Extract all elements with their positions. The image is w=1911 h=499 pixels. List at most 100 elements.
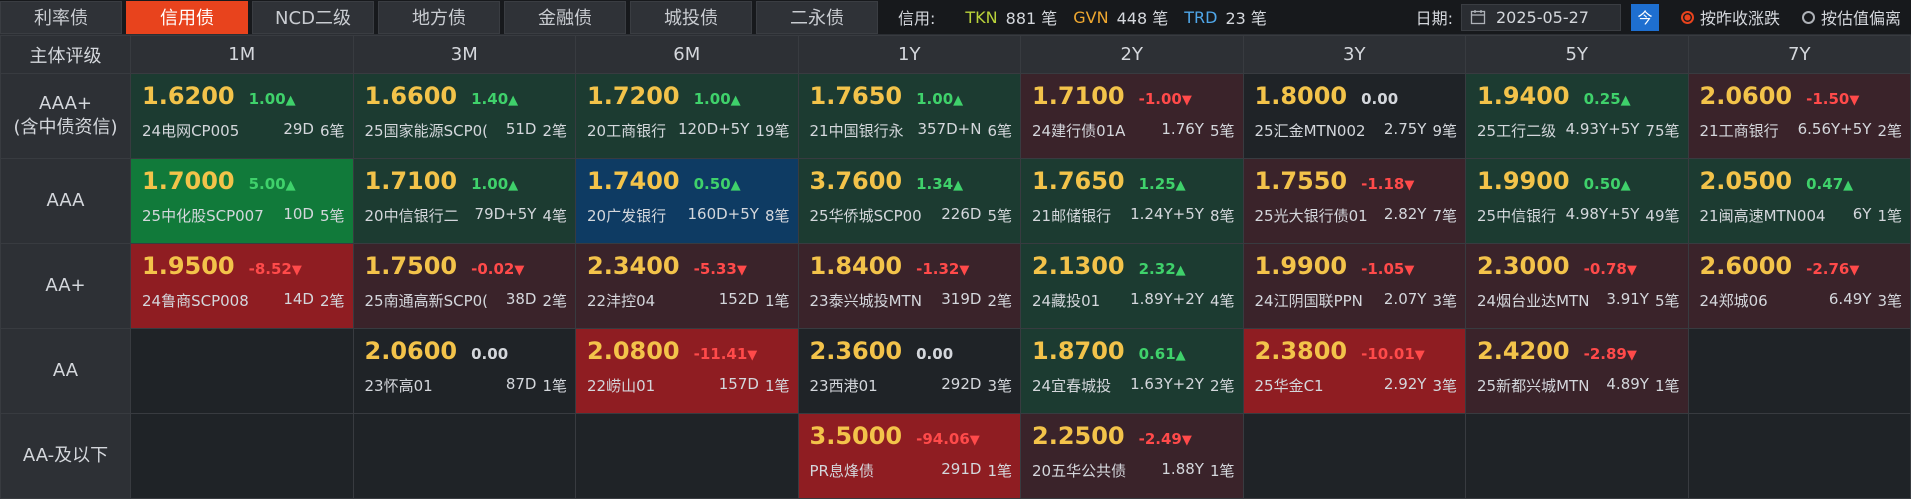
change-text: 1.00: [248, 90, 286, 108]
quote-cell[interactable]: 1.7200 1.00▲ 20工商银行 120D+5Y 19笔: [575, 73, 799, 159]
quote-cell[interactable]: 1.7000 5.00▲ 25中化股SCP007 10D 5笔: [130, 158, 354, 244]
bond-tenor: 10D: [283, 205, 314, 223]
column-header[interactable]: 2Y: [1020, 35, 1244, 74]
stat-gvn-name: GVN: [1073, 7, 1109, 27]
bond-name: 21中国银行永: [809, 122, 904, 140]
change-text: -2.76: [1806, 260, 1850, 278]
quote-cell[interactable]: 1.9500 -8.52▼ 24鲁商SCP008 14D 2笔: [130, 243, 354, 329]
quote-cell[interactable]: 3.7600 1.34▲ 25华侨城SCP00 226D 5笔: [797, 158, 1021, 244]
date-picker[interactable]: 2025-05-27: [1460, 3, 1621, 31]
column-header[interactable]: 7Y: [1687, 35, 1911, 74]
tab-5[interactable]: 城投债: [630, 0, 752, 34]
trade-count: 2笔: [1877, 122, 1902, 140]
rating-label: AAA: [0, 158, 131, 244]
quote-cell[interactable]: 1.7550 -1.18▼ 25光大银行债01 2.82Y 7笔: [1242, 158, 1466, 244]
rating-row: AAA 1.7000 5.00▲ 25中化股SCP007 10D 5笔 1.7100 1.00…: [0, 158, 1911, 244]
quote-cell[interactable]: 2.3600 0.00 23西港01 292D 3笔: [797, 328, 1021, 414]
tab-3[interactable]: 地方债: [378, 0, 500, 34]
quote-cell[interactable]: 1.6200 1.00▲ 24电网CP005 29D 6笔: [130, 73, 354, 159]
quote-cell[interactable]: 3.5000 -94.06▼ PR息烽债 291D 1笔: [797, 413, 1021, 499]
quote-cell[interactable]: 2.3000 -0.78▼ 24烟台业达MTN 3.91Y 5笔: [1465, 243, 1689, 329]
quote-cell[interactable]: 2.3800 -10.01▼ 25华金C1 2.92Y 3笔: [1242, 328, 1466, 414]
arrow-up-icon: ▲: [953, 93, 964, 108]
change-value: 0.47▲: [1806, 175, 1853, 193]
quote-cell[interactable]: 2.0800 -11.41▼ 22崂山01 157D 1笔: [575, 328, 799, 414]
bond-name: 24郑城06: [1699, 292, 1768, 310]
trade-count: 1笔: [987, 462, 1012, 480]
change-value: 1.40▲: [471, 90, 518, 108]
date-controls: 日期: 2025-05-27 今 按昨收涨跌 按估值偏离: [1416, 3, 1911, 31]
yield-value: 2.0600: [1699, 82, 1793, 110]
radio-change-vs-close[interactable]: 按昨收涨跌: [1680, 5, 1780, 29]
change-text: 1.00: [693, 90, 731, 108]
quote-cell[interactable]: 1.9400 0.25▲ 25工行二级 4.93Y+5Y 75笔: [1465, 73, 1689, 159]
yield-value: 1.7200: [587, 82, 680, 110]
tab-1[interactable]: 信用债: [126, 0, 248, 34]
quote-cell[interactable]: 2.1300 2.32▲ 24藏投01 1.89Y+2Y 4笔: [1020, 243, 1244, 329]
quote-cell[interactable]: 2.4200 -2.89▼ 25新都兴城MTN 4.89Y 1笔: [1465, 328, 1689, 414]
stat-gvn-value: 448 笔: [1116, 9, 1169, 28]
change-value: 0.61▲: [1139, 345, 1186, 363]
column-header[interactable]: 1M: [130, 35, 354, 74]
bond-name: 24宜春城投: [1032, 377, 1112, 395]
tab-0[interactable]: 利率债: [0, 0, 122, 34]
today-button[interactable]: 今: [1630, 3, 1659, 31]
trade-count: 7笔: [1432, 207, 1457, 225]
bond-name: 25新都兴城MTN: [1477, 377, 1590, 395]
column-header[interactable]: 3Y: [1242, 35, 1466, 74]
change-text: -0.78: [1583, 260, 1627, 278]
trade-count: 3笔: [1877, 292, 1902, 310]
arrow-down-icon: ▼: [1414, 348, 1425, 363]
arrow-down-icon: ▼: [969, 433, 980, 448]
tab-2[interactable]: NCD二级: [252, 0, 374, 34]
change-value: 1.34▲: [916, 175, 963, 193]
column-header[interactable]: 6M: [575, 35, 799, 74]
radio-valuation-deviation[interactable]: 按估值偏离: [1801, 5, 1901, 29]
trade-count: 4笔: [542, 207, 567, 225]
quote-cell[interactable]: 1.6600 1.40▲ 25国家能源SCP0(51D 2笔: [352, 73, 576, 159]
quote-cell[interactable]: 1.7400 0.50▲ 20广发银行 160D+5Y 8笔: [575, 158, 799, 244]
trade-count: 5笔: [1654, 292, 1680, 310]
quote-cell[interactable]: 2.0500 0.47▲ 21闽高速MTN004 6Y 1笔: [1687, 158, 1911, 244]
change-value: 0.50▲: [1584, 175, 1631, 193]
arrow-up-icon: ▲: [1175, 348, 1186, 363]
trade-count: 8笔: [764, 207, 790, 225]
yield-value: 3.5000: [809, 422, 903, 450]
quote-cell[interactable]: 1.8700 0.61▲ 24宜春城投 1.63Y+2Y 2笔: [1020, 328, 1244, 414]
quote-cell[interactable]: 2.3400 -5.33▼ 22沣控04 152D 1笔: [575, 243, 799, 329]
arrow-up-icon: ▲: [1620, 178, 1631, 193]
quote-cell[interactable]: 1.7650 1.00▲ 21中国银行永 357D+N 6笔: [797, 73, 1021, 159]
bond-tenor: 1.88Y: [1161, 460, 1204, 478]
tab-6[interactable]: 二永债: [756, 0, 878, 34]
quote-cell[interactable]: 1.7650 1.25▲ 21邮储银行 1.24Y+5Y 8笔: [1020, 158, 1244, 244]
quote-cell[interactable]: 1.9900 -1.05▼ 24江阴国联PPN 2.07Y 3笔: [1242, 243, 1466, 329]
yield-value: 2.0800: [587, 337, 680, 365]
bond-tenor: 6.56Y+5Y: [1797, 120, 1872, 138]
bond-name: 21工商银行: [1699, 122, 1779, 140]
arrow-up-icon: ▲: [1175, 178, 1186, 193]
quote-cell[interactable]: 1.7500 -0.02▼ 25南通高新SCP0(38D 2笔: [352, 243, 576, 329]
change-value: -2.89▼: [1584, 345, 1637, 363]
quote-cell[interactable]: 1.7100 -1.00▼ 24建行债01A 1.76Y 5笔: [1020, 73, 1244, 159]
quote-cell[interactable]: 2.6000 -2.76▼ 24郑城06 6.49Y 3笔: [1687, 243, 1911, 329]
yield-value: 2.1300: [1032, 252, 1125, 280]
quote-cell[interactable]: 2.2500 -2.49▼ 20五华公共债 1.88Y 1笔: [1020, 413, 1244, 499]
quote-cell[interactable]: 2.0600 -1.50▼ 21工商银行 6.56Y+5Y 2笔: [1687, 73, 1911, 159]
trade-count: 2笔: [319, 292, 345, 310]
column-header[interactable]: 3M: [352, 35, 576, 74]
arrow-down-icon: ▼: [291, 263, 302, 278]
column-header[interactable]: 1Y: [797, 35, 1021, 74]
quote-cell[interactable]: 1.8400 -1.32▼ 23泰兴城投MTN 319D 2笔: [797, 243, 1021, 329]
bond-name: 20工商银行: [587, 122, 667, 140]
column-header[interactable]: 5Y: [1465, 35, 1689, 74]
quote-cell[interactable]: 1.9900 0.50▲ 25中信银行 4.98Y+5Y 49笔: [1465, 158, 1689, 244]
arrow-up-icon: ▲: [508, 178, 519, 193]
quote-cell[interactable]: 2.0600 0.00 23怀高01 87D 1笔: [352, 328, 576, 414]
quote-cell[interactable]: 1.8000 0.00 25汇金MTN002 2.75Y 9笔: [1242, 73, 1466, 159]
change-value: 0.00: [471, 345, 508, 363]
bond-name: 24藏投01: [1032, 292, 1101, 310]
change-text: 0.47: [1806, 175, 1844, 193]
quote-cell[interactable]: 1.7100 1.00▲ 20中信银行二 79D+5Y 4笔: [352, 158, 576, 244]
tab-4[interactable]: 金融债: [504, 0, 626, 34]
change-text: -1.32: [916, 260, 960, 278]
